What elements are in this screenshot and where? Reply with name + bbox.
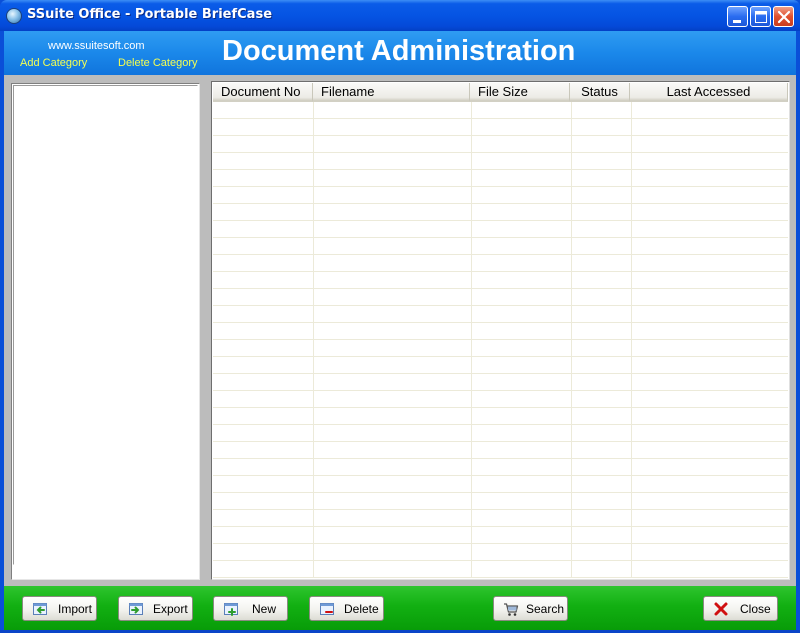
search-label: Search [526,602,565,616]
title-bar[interactable]: SSuite Office - Portable BriefCase [0,0,800,31]
column-header-file-size[interactable]: File Size [470,83,570,102]
main-area: Document No Filename File Size Status La… [4,75,796,586]
import-label: Import [58,602,93,616]
category-tree-list[interactable] [13,85,198,565]
new-label: New [252,602,277,616]
minimize-button[interactable] [727,6,748,27]
delete-document-icon [320,603,334,615]
import-arrow-icon [33,603,47,615]
category-tree[interactable] [11,83,200,580]
grid-rows-area[interactable] [213,102,788,578]
website-link[interactable]: www.ssuitesoft.com [48,40,145,52]
grid-header: Document No Filename File Size Status La… [213,83,788,102]
export-arrow-icon [129,603,143,615]
shopping-cart-icon [504,603,519,616]
new-document-icon [224,603,238,616]
add-category-link[interactable]: Add Category [20,57,87,69]
delete-button[interactable]: Delete [309,596,384,621]
delete-label: Delete [344,602,379,616]
red-x-icon [714,602,728,616]
column-header-status[interactable]: Status [570,83,630,102]
window-title: SSuite Office - Portable BriefCase [27,7,273,22]
page-title: Document Administration [222,35,576,67]
delete-category-link[interactable]: Delete Category [118,57,198,69]
search-button[interactable]: Search [493,596,568,621]
export-button[interactable]: Export [118,596,193,621]
column-header-document-no[interactable]: Document No [213,83,313,102]
close-label: Close [740,602,771,616]
column-header-last-accessed[interactable]: Last Accessed [630,83,788,102]
bottom-toolbar: Import Export New Delete Search Close [4,586,796,630]
minimize-icon [733,20,741,23]
column-header-filename[interactable]: Filename [313,83,470,102]
globe-icon[interactable] [6,8,22,24]
close-window-button[interactable] [773,6,794,27]
maximize-icon [755,11,767,23]
app-window: SSuite Office - Portable BriefCase www.s… [0,0,800,633]
documents-grid[interactable]: Document No Filename File Size Status La… [211,81,790,580]
close-button[interactable]: Close [703,596,778,621]
export-label: Export [153,602,188,616]
maximize-button[interactable] [750,6,771,27]
header-band: www.ssuitesoft.com Add Category Delete C… [4,31,796,75]
import-button[interactable]: Import [22,596,97,621]
close-x-icon [777,10,791,24]
new-button[interactable]: New [213,596,288,621]
